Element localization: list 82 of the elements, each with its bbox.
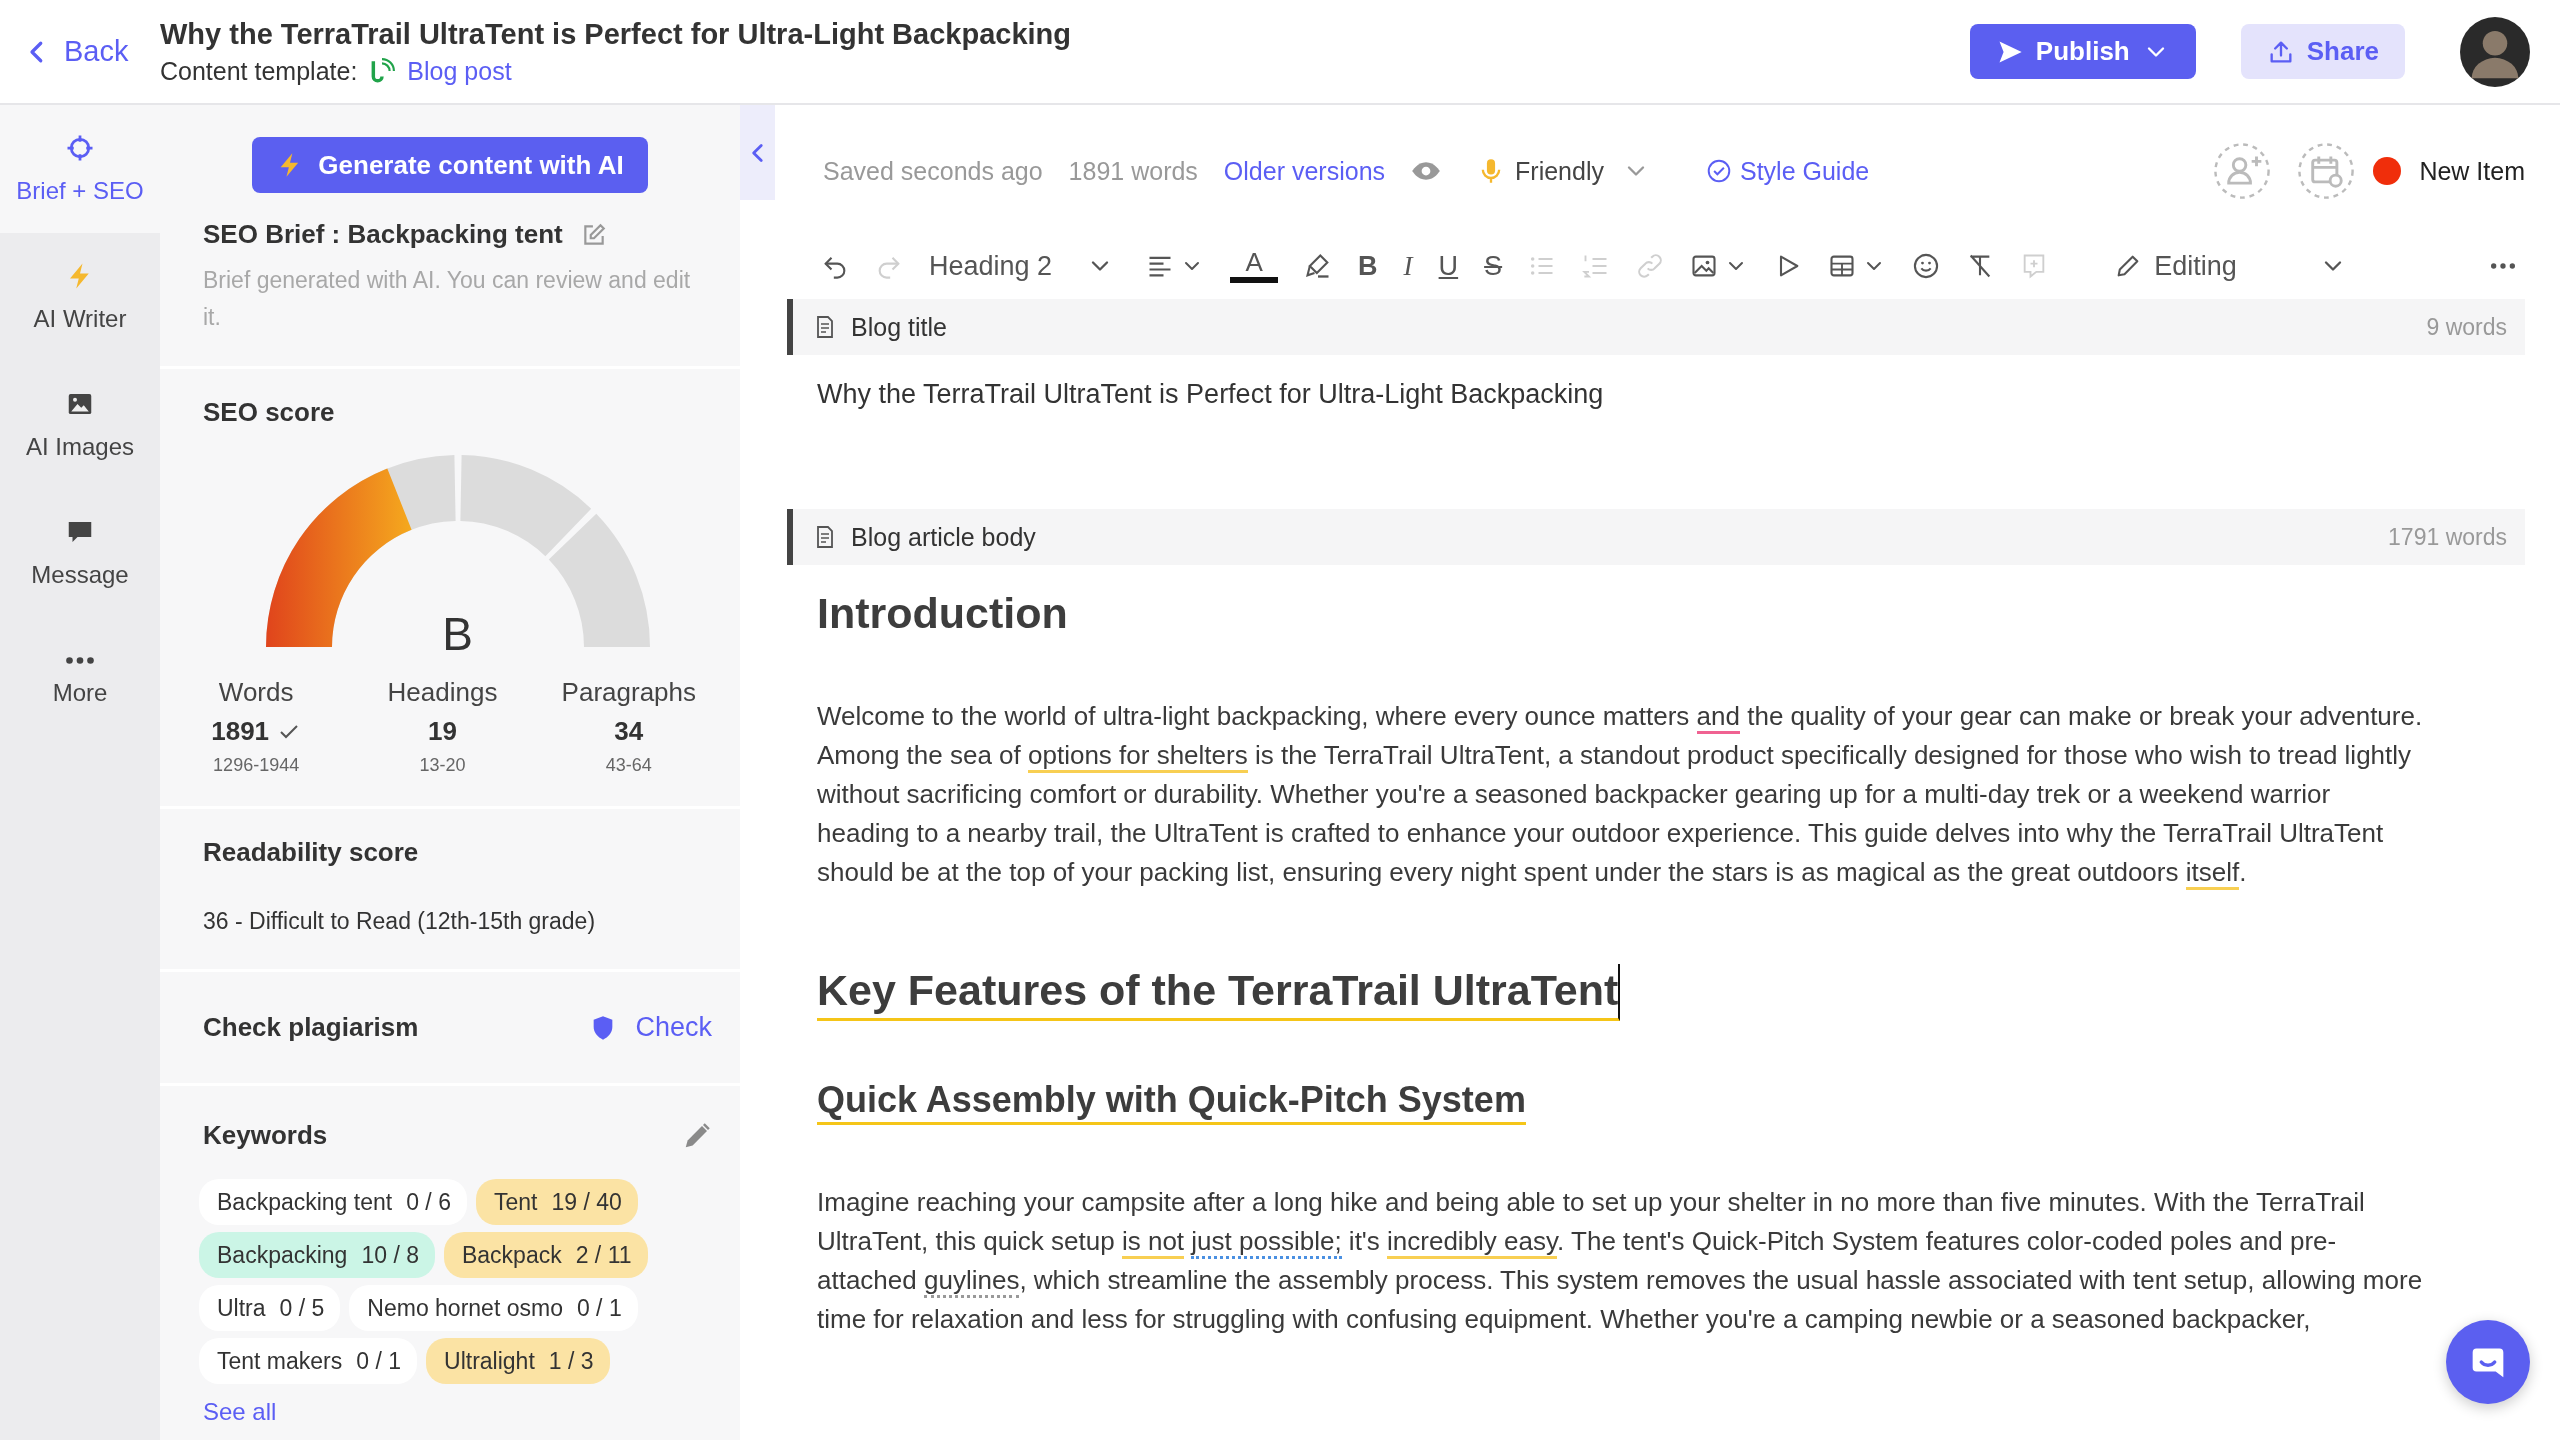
style-guide-button[interactable]: Style Guide xyxy=(1705,156,1870,186)
emoji-icon xyxy=(1912,252,1941,280)
stat-range: 43-64 xyxy=(605,755,652,776)
keyword-term: Backpacking tent xyxy=(217,1188,393,1216)
keyword-count: 0 / 1 xyxy=(576,1294,622,1322)
section-title: Check plagiarism xyxy=(203,1012,419,1043)
template-link[interactable]: Blog post xyxy=(407,56,512,86)
stat-value: 19 xyxy=(428,716,457,747)
save-status: Saved seconds ago xyxy=(823,156,1043,186)
section-title: Readability score xyxy=(203,837,420,868)
tone-dropdown[interactable]: Friendly xyxy=(1477,156,1650,186)
paragraph: Welcome to the world of ultra-light backpacking, where every ounce matters and the quality of your gear can make or break your adventure. Among the sea of options for shelters is the TerraTrail UltraTent, a standout product specifically designed for those who wish to tread lightly without sacrificing comfort or durability. Whether you're a seasoned backpacker gearing up for a multi-day trek or a weekend warrior heading to a nearby trail, the UltraTent is crafted to enhance your outdoor experience. This guide delves into why the TerraTrail UltraTent should be at the top of your packing list, ensuring every night spent under the stars is as magical as the great outdoors itself. xyxy=(787,696,2429,892)
template-label: Content template: xyxy=(160,56,358,86)
mode-dropdown[interactable]: Editing xyxy=(2106,242,2355,290)
keyword-count: 19 / 40 xyxy=(551,1188,622,1216)
block-word-count: 9 words xyxy=(2426,313,2507,341)
check-circle-icon xyxy=(1705,158,1732,184)
section-title: SEO score xyxy=(203,397,336,428)
brief-description: Brief generated with AI. You can review and edit it. xyxy=(203,266,692,332)
text-color-button[interactable]: A xyxy=(1222,242,1287,290)
heading: Key Features of the TerraTrail UltraTent xyxy=(817,963,1621,1021)
italic-button[interactable]: I xyxy=(1395,242,1421,290)
keyword-term: Tent xyxy=(493,1188,538,1216)
target-icon xyxy=(65,133,95,163)
keyword-count: 10 / 8 xyxy=(361,1241,419,1269)
keyword-term: Ultra xyxy=(217,1294,266,1322)
avatar xyxy=(2460,16,2530,87)
strikethrough-button[interactable]: S xyxy=(1476,242,1511,290)
document-title: Why the TerraTrail UltraTent is Perfect for Ultra-Light Backpacking xyxy=(160,17,1072,51)
back-link[interactable]: Back xyxy=(22,35,160,68)
see-all-link[interactable]: See all xyxy=(203,1398,277,1426)
publish-button[interactable]: Publish xyxy=(1969,24,2196,79)
keyword-term: Ultralight xyxy=(444,1347,535,1375)
stat-range: 13-20 xyxy=(419,755,466,776)
keyword-count: 1 / 3 xyxy=(548,1347,594,1375)
stat-label: Words xyxy=(218,677,294,708)
paragraph: Imagine reaching your campsite after a long hike and being able to set up your shelter in no more than five minutes. With the TerraTrail UltraTent, this quick setup is not just possible; it's incredibly easy. The tent's Quick-Pitch System features color-coded poles and pre-attached guylines, which streamline the assembly process. This system removes the usual hassle associated with tent setup, allowing more time for relaxation and less for struggling with confusing equipment. Whether you're a camping newbie or a seasoned backpacker, xyxy=(816,1185,2424,1336)
sidebar-tab[interactable]: Brief + SEO xyxy=(0,105,160,233)
keyword-term: Backpacking xyxy=(217,1241,348,1269)
keyword-term: Tent makers xyxy=(217,1347,343,1375)
brief-title: SEO Brief : Backpacking tent xyxy=(203,219,563,250)
status-dot xyxy=(2373,157,2402,185)
older-versions-link[interactable]: Older versions xyxy=(1223,156,1386,186)
stat-label: Headings xyxy=(387,677,498,708)
sidebar-tab[interactable]: Message xyxy=(0,489,160,617)
heading: Introduction xyxy=(817,588,1068,639)
block-word-count: 1791 words xyxy=(2388,523,2507,551)
share-button[interactable]: Share xyxy=(2240,24,2405,79)
block-label: Blog title xyxy=(851,312,947,342)
stat-label: Paragraphs xyxy=(561,677,697,708)
keyword-count: 0 / 5 xyxy=(279,1294,325,1322)
word-count: 1891 words xyxy=(1068,156,1198,186)
block-label: Blog article body xyxy=(851,522,1036,552)
stat-range: 1296-1944 xyxy=(213,755,300,776)
add-user-icon xyxy=(2213,142,2272,200)
generate-button[interactable]: Generate content with AI xyxy=(252,137,648,193)
stat-value: 1891 xyxy=(211,716,270,747)
underline-button[interactable]: U xyxy=(1430,242,1467,290)
readability-text: 36 - Difficult to Read (12th-15th grade) xyxy=(203,908,597,935)
sidebar-tab[interactable]: More xyxy=(0,617,160,745)
more-icon xyxy=(2489,262,2517,270)
chat-button[interactable] xyxy=(2446,1320,2530,1404)
keyword-term: Nemo hornet osmo xyxy=(367,1294,563,1322)
title-text: Why the TerraTrail UltraTent is Perfect for Ultra-Light Backpacking xyxy=(817,379,1604,409)
item-status: New Item xyxy=(2419,156,2525,186)
heading-dropdown[interactable]: Heading 2 xyxy=(921,242,1123,290)
more-icon xyxy=(65,655,95,665)
keyword-count: 2 / 11 xyxy=(575,1241,632,1269)
keyword-term: Backpack xyxy=(461,1241,562,1269)
section-title: Keywords xyxy=(203,1120,328,1151)
check-link[interactable]: Check xyxy=(589,1012,712,1043)
bold-button[interactable]: B xyxy=(1350,242,1386,290)
calendar-icon xyxy=(2297,142,2356,200)
keyword-count: 0 / 1 xyxy=(356,1347,402,1375)
sidebar-tab[interactable]: AI Writer xyxy=(0,233,160,361)
stat-value: 34 xyxy=(614,716,644,747)
score-grade: B xyxy=(442,607,473,661)
link-icon xyxy=(1636,252,1665,280)
sidebar-tab[interactable]: AI Images xyxy=(0,361,160,489)
rss-icon xyxy=(369,58,396,84)
keyword-count: 0 / 6 xyxy=(406,1188,451,1216)
heading: Quick Assembly with Quick-Pitch System xyxy=(817,1076,1526,1125)
